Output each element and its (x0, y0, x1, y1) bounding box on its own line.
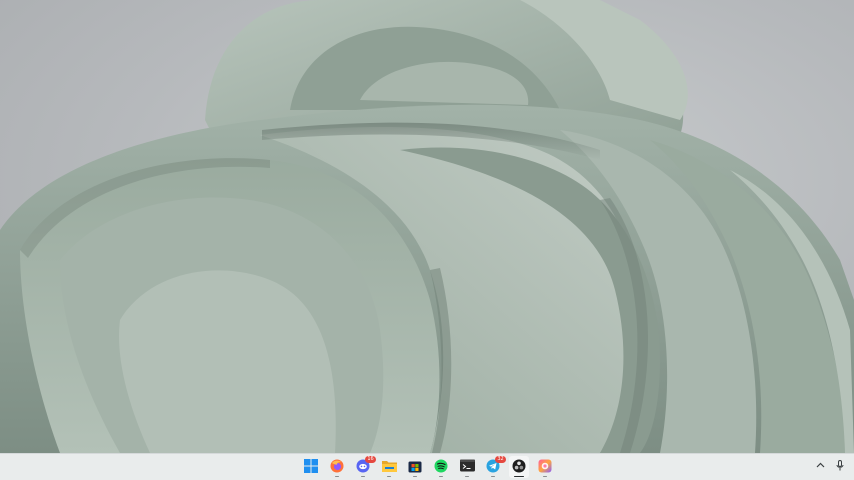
photos-icon (538, 459, 552, 473)
taskbar-obs-button[interactable] (509, 456, 529, 478)
taskbar-spotify-button[interactable] (431, 456, 451, 478)
system-tray (814, 458, 846, 472)
running-indicator (491, 475, 495, 477)
store-icon (408, 461, 422, 473)
obs-icon (512, 459, 526, 473)
telegram-badge: 32 (495, 456, 506, 463)
terminal-icon (459, 459, 475, 472)
taskbar-file-explorer-button[interactable] (379, 456, 399, 478)
running-indicator (439, 475, 443, 477)
firefox-icon (330, 459, 344, 473)
wallpaper-bloom (0, 0, 854, 453)
chevron-up-icon (816, 462, 824, 468)
taskbar-apps: 16 32 (301, 456, 555, 480)
running-indicator (543, 475, 547, 477)
spotify-icon (434, 459, 448, 473)
microphone-icon (836, 459, 844, 470)
running-indicator (361, 475, 365, 477)
show-hidden-icons-button[interactable] (814, 458, 826, 472)
running-indicator (335, 475, 339, 477)
taskbar-start-button[interactable] (301, 456, 321, 478)
taskbar-discord-button[interactable]: 16 (353, 456, 376, 478)
taskbar-telegram-button[interactable]: 32 (483, 456, 506, 478)
running-indicator (387, 475, 391, 477)
taskbar-photos-button[interactable] (535, 456, 555, 478)
microphone-button[interactable] (834, 458, 846, 472)
taskbar-firefox-button[interactable] (327, 456, 347, 478)
active-indicator (514, 475, 524, 477)
running-indicator (413, 475, 417, 477)
taskbar-store-button[interactable] (405, 456, 425, 478)
taskbar: 16 32 (0, 453, 854, 480)
folder-icon (381, 461, 397, 472)
running-indicator (465, 475, 469, 477)
taskbar-terminal-button[interactable] (457, 456, 477, 478)
windows-start-icon (304, 459, 318, 473)
discord-badge: 16 (365, 456, 376, 463)
desktop[interactable] (0, 0, 854, 453)
